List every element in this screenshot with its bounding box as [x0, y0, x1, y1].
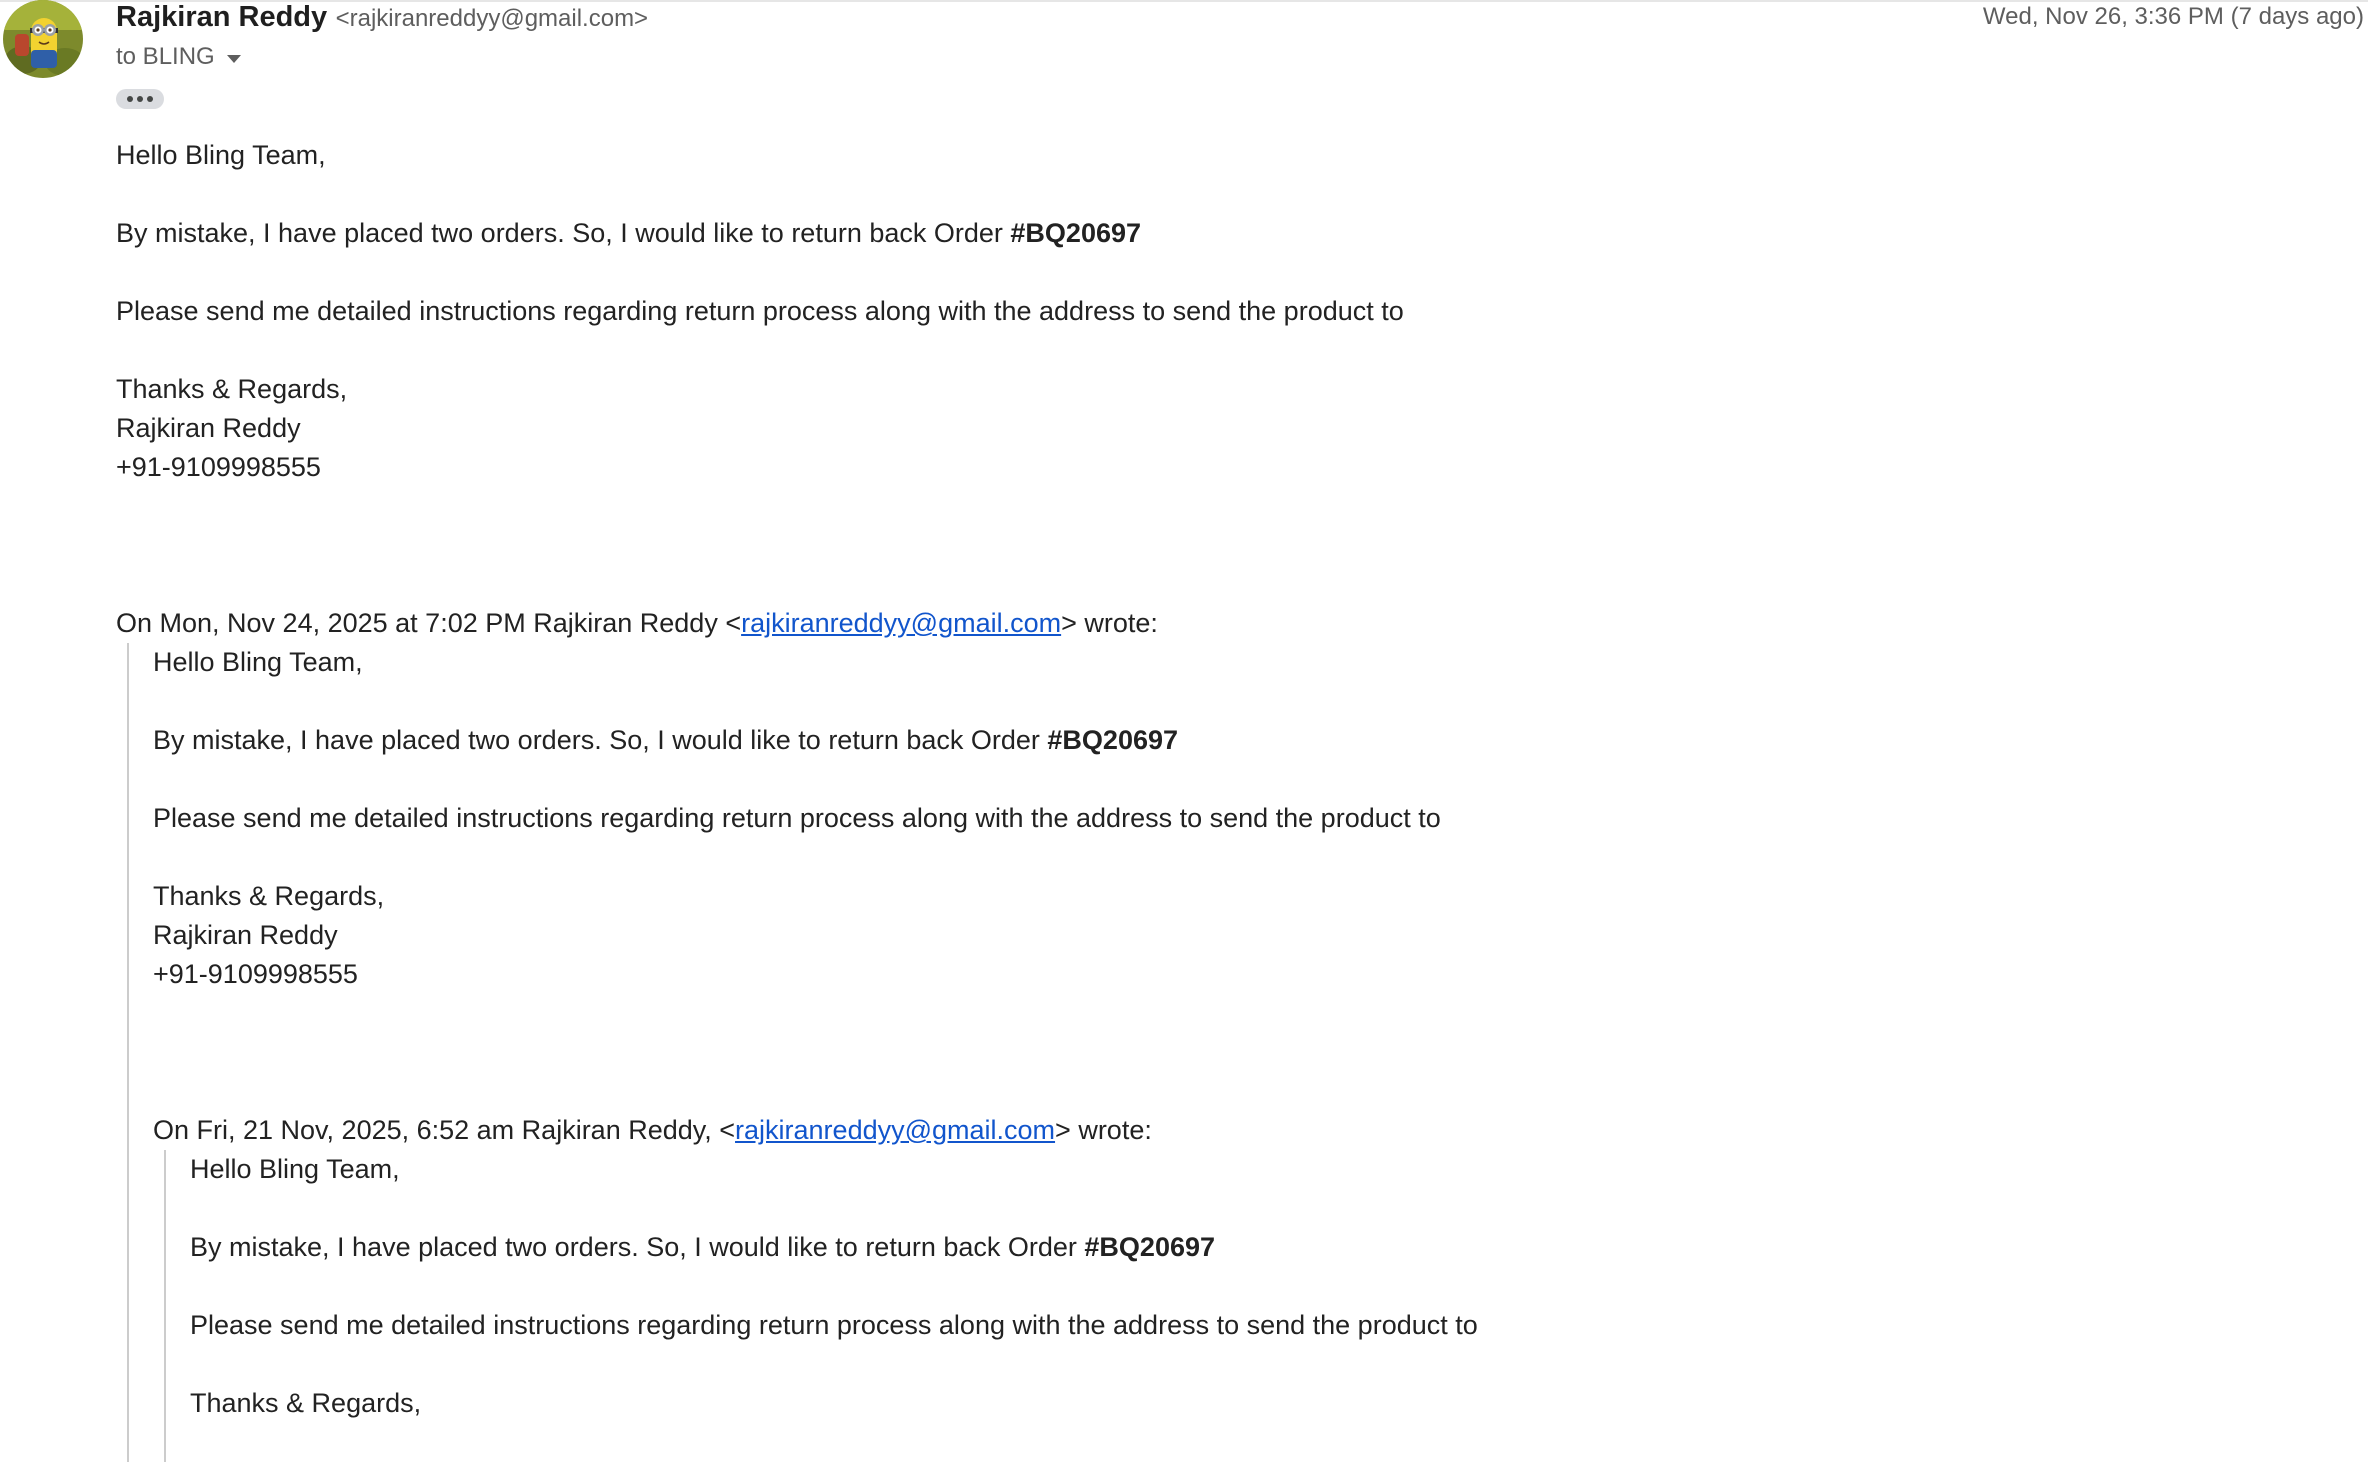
email-link[interactable]: rajkiranreddyy@gmail.com	[741, 608, 1061, 638]
ellipsis-dot	[137, 96, 143, 102]
closing: Thanks & Regards,	[153, 881, 385, 911]
signature-phone: +91-9109998555	[116, 452, 321, 482]
attribution-text: On Mon, Nov 24, 2025 at 7:02 PM Rajkiran…	[116, 608, 742, 638]
message-line: Please send me detailed instructions reg…	[153, 803, 1441, 833]
greeting: Hello Bling Team,	[190, 1154, 400, 1184]
message-body: Hello Bling Team, By mistake, I have pla…	[116, 136, 2316, 1462]
message-line: By mistake, I have placed two orders. So…	[116, 214, 2316, 253]
recipient-label: to BLING	[116, 43, 215, 70]
greeting: Hello Bling Team,	[153, 647, 363, 677]
quoted-message: Hello Bling Team, By mistake, I have pla…	[164, 1150, 2316, 1462]
sender-name[interactable]: Rajkiran Reddy	[116, 1, 327, 33]
quote-attribution: On Fri, 21 Nov, 2025, 6:52 am Rajkiran R…	[153, 1111, 2316, 1150]
closing: Thanks & Regards,	[116, 374, 348, 404]
chevron-down-icon[interactable]	[226, 54, 241, 63]
ellipsis-dot	[127, 96, 133, 102]
quote-attribution: On Mon, Nov 24, 2025 at 7:02 PM Rajkiran…	[116, 604, 2316, 643]
sender-email: <rajkiranreddyy@gmail.com>	[335, 5, 649, 32]
attribution-text: > wrote:	[1055, 1115, 1152, 1145]
order-number: #BQ20697	[1010, 218, 1142, 248]
email-link[interactable]: rajkiranreddyy@gmail.com	[735, 1115, 1055, 1145]
show-trimmed-content-button[interactable]	[116, 89, 164, 109]
message-date[interactable]: Wed, Nov 26, 3:36 PM (7 days ago)	[1983, 0, 2364, 34]
signature-name: Rajkiran Reddy	[153, 920, 338, 950]
quoted-message: Hello Bling Team, By mistake, I have pla…	[127, 643, 2316, 1462]
message-text: By mistake, I have placed two orders. So…	[190, 1232, 1085, 1262]
message-line: Please send me detailed instructions reg…	[116, 296, 1404, 326]
message-text: By mistake, I have placed two orders. So…	[116, 218, 1011, 248]
message-text: By mistake, I have placed two orders. So…	[153, 725, 1048, 755]
order-number: #BQ20697	[1047, 725, 1179, 755]
message-line: By mistake, I have placed two orders. So…	[190, 1228, 2316, 1267]
closing: Thanks & Regards,	[190, 1388, 422, 1418]
message-line: By mistake, I have placed two orders. So…	[153, 721, 2316, 760]
ellipsis-dot	[147, 96, 153, 102]
order-number: #BQ20697	[1084, 1232, 1216, 1262]
signature-name: Rajkiran Reddy	[116, 413, 301, 443]
attribution-text: > wrote:	[1061, 608, 1158, 638]
sender-line: Rajkiran Reddy <rajkiranreddyy@gmail.com…	[116, 0, 648, 39]
signature-phone: +91-9109998555	[153, 959, 358, 989]
message-line: Please send me detailed instructions reg…	[190, 1310, 1478, 1340]
attribution-text: On Fri, 21 Nov, 2025, 6:52 am Rajkiran R…	[153, 1115, 736, 1145]
avatar[interactable]	[3, 0, 83, 78]
recipient-details-toggle[interactable]: to BLING	[116, 42, 241, 72]
greeting: Hello Bling Team,	[116, 140, 326, 170]
minion-avatar-icon	[3, 0, 83, 78]
